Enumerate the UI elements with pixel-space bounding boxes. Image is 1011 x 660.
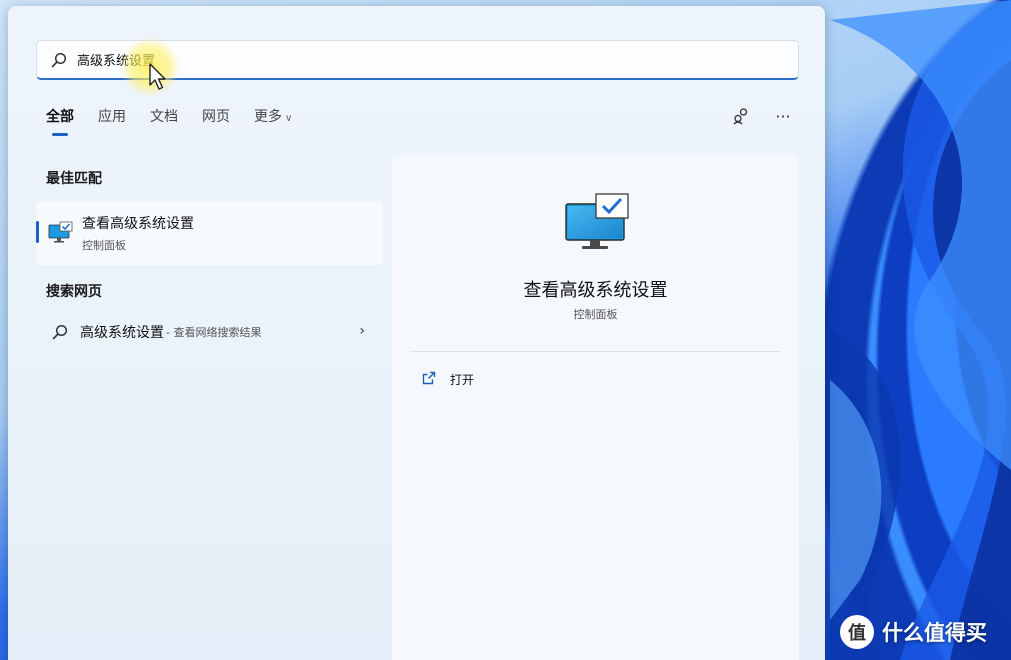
- tab-documents-label: 文档: [150, 109, 178, 125]
- tab-web[interactable]: 网页: [202, 106, 230, 136]
- header-tools: ···: [731, 106, 793, 126]
- divider: [410, 351, 781, 352]
- mouse-pointer-icon: [149, 63, 166, 90]
- best-match-heading: 最佳匹配: [46, 171, 102, 187]
- web-search-result[interactable]: 高级系统设置 - 查看网络搜索结果 ›: [36, 314, 383, 350]
- web-search-heading: 搜索网页: [46, 284, 102, 300]
- watermark: 值 什么值得买: [840, 615, 987, 649]
- watermark-logo-glyph: 值: [848, 623, 866, 644]
- best-match-result[interactable]: 查看高级系统设置 控制面板: [36, 201, 383, 265]
- control-panel-monitor-icon: [564, 192, 630, 252]
- web-search-suffix: - 查看网络搜索结果: [166, 326, 262, 339]
- search-icon: [52, 324, 68, 340]
- best-match-subtitle: 控制面板: [82, 239, 126, 252]
- tab-documents[interactable]: 文档: [150, 106, 178, 136]
- watermark-logo: 值: [840, 615, 874, 649]
- more-options-button[interactable]: ···: [773, 106, 793, 126]
- watermark-text: 什么值得买: [882, 621, 987, 645]
- tab-all-label: 全部: [46, 109, 74, 125]
- tab-more[interactable]: 更多 ∨: [254, 106, 292, 136]
- detail-pane: 查看高级系统设置 控制面板 打开: [392, 156, 799, 660]
- tab-apps-label: 应用: [98, 109, 126, 125]
- web-search-query: 高级系统设置: [80, 325, 164, 341]
- more-options-icon: ···: [775, 106, 791, 126]
- control-panel-monitor-icon: [48, 220, 74, 246]
- chevron-down-icon: ∨: [285, 113, 293, 124]
- tab-all[interactable]: 全部: [46, 106, 74, 136]
- selection-indicator: [36, 221, 39, 243]
- tab-apps[interactable]: 应用: [98, 106, 126, 136]
- tab-more-label: 更多: [254, 109, 282, 125]
- search-input[interactable]: [77, 44, 757, 75]
- detail-subtitle: 控制面板: [573, 308, 618, 321]
- open-action[interactable]: 打开: [422, 370, 474, 389]
- best-match-title: 查看高级系统设置: [82, 216, 194, 232]
- chevron-right-icon[interactable]: ›: [359, 323, 365, 339]
- filter-tabs: 全部 应用 文档 网页 更多 ∨: [46, 106, 316, 136]
- detail-title: 查看高级系统设置: [523, 280, 668, 301]
- open-action-label: 打开: [450, 373, 475, 387]
- account-switch-icon[interactable]: [731, 106, 751, 126]
- search-panel: 全部 应用 文档 网页 更多∨ ··· 最佳匹配 查看高级系统设置 控制面板 搜…: [8, 6, 825, 660]
- tab-web-label: 网页: [202, 109, 230, 125]
- search-icon: [51, 52, 67, 68]
- open-external-icon: [422, 370, 436, 389]
